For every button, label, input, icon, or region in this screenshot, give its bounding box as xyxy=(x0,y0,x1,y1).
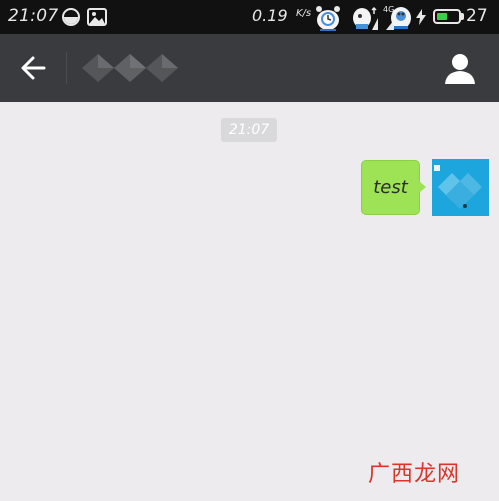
person-icon xyxy=(445,54,475,84)
charging-bolt-icon xyxy=(415,9,427,29)
header-divider xyxy=(66,52,67,84)
message-bubble-tail xyxy=(419,181,426,193)
network-speed-unit: K/s xyxy=(296,8,312,19)
status-bar: 21:07 0.19 K/s 4G 27 xyxy=(0,0,499,34)
profile-button[interactable] xyxy=(440,48,480,88)
gallery-icon xyxy=(87,8,107,30)
avatar[interactable] xyxy=(432,159,489,216)
chat-header xyxy=(0,34,499,102)
message-timestamp: 21:07 xyxy=(221,118,277,142)
battery-level-fill xyxy=(437,13,447,20)
mascot-alarm-icon xyxy=(312,2,344,36)
battery-icon xyxy=(433,9,461,24)
arrow-left-icon xyxy=(21,56,46,80)
battery-percent: 27 xyxy=(466,6,488,26)
message-bubble[interactable]: test xyxy=(361,160,420,215)
battery-cap xyxy=(461,13,464,20)
back-button[interactable] xyxy=(14,48,54,88)
status-time: 21:07 xyxy=(8,6,59,26)
contact-name-blurred xyxy=(80,48,184,88)
network-speed: 0.19 xyxy=(252,6,288,25)
mascot-bluetooth-icon xyxy=(384,2,414,36)
half-circle-icon xyxy=(62,8,80,26)
mascot-signal-icon xyxy=(350,4,380,36)
watermark-logo: 广西龙网 xyxy=(368,462,461,487)
